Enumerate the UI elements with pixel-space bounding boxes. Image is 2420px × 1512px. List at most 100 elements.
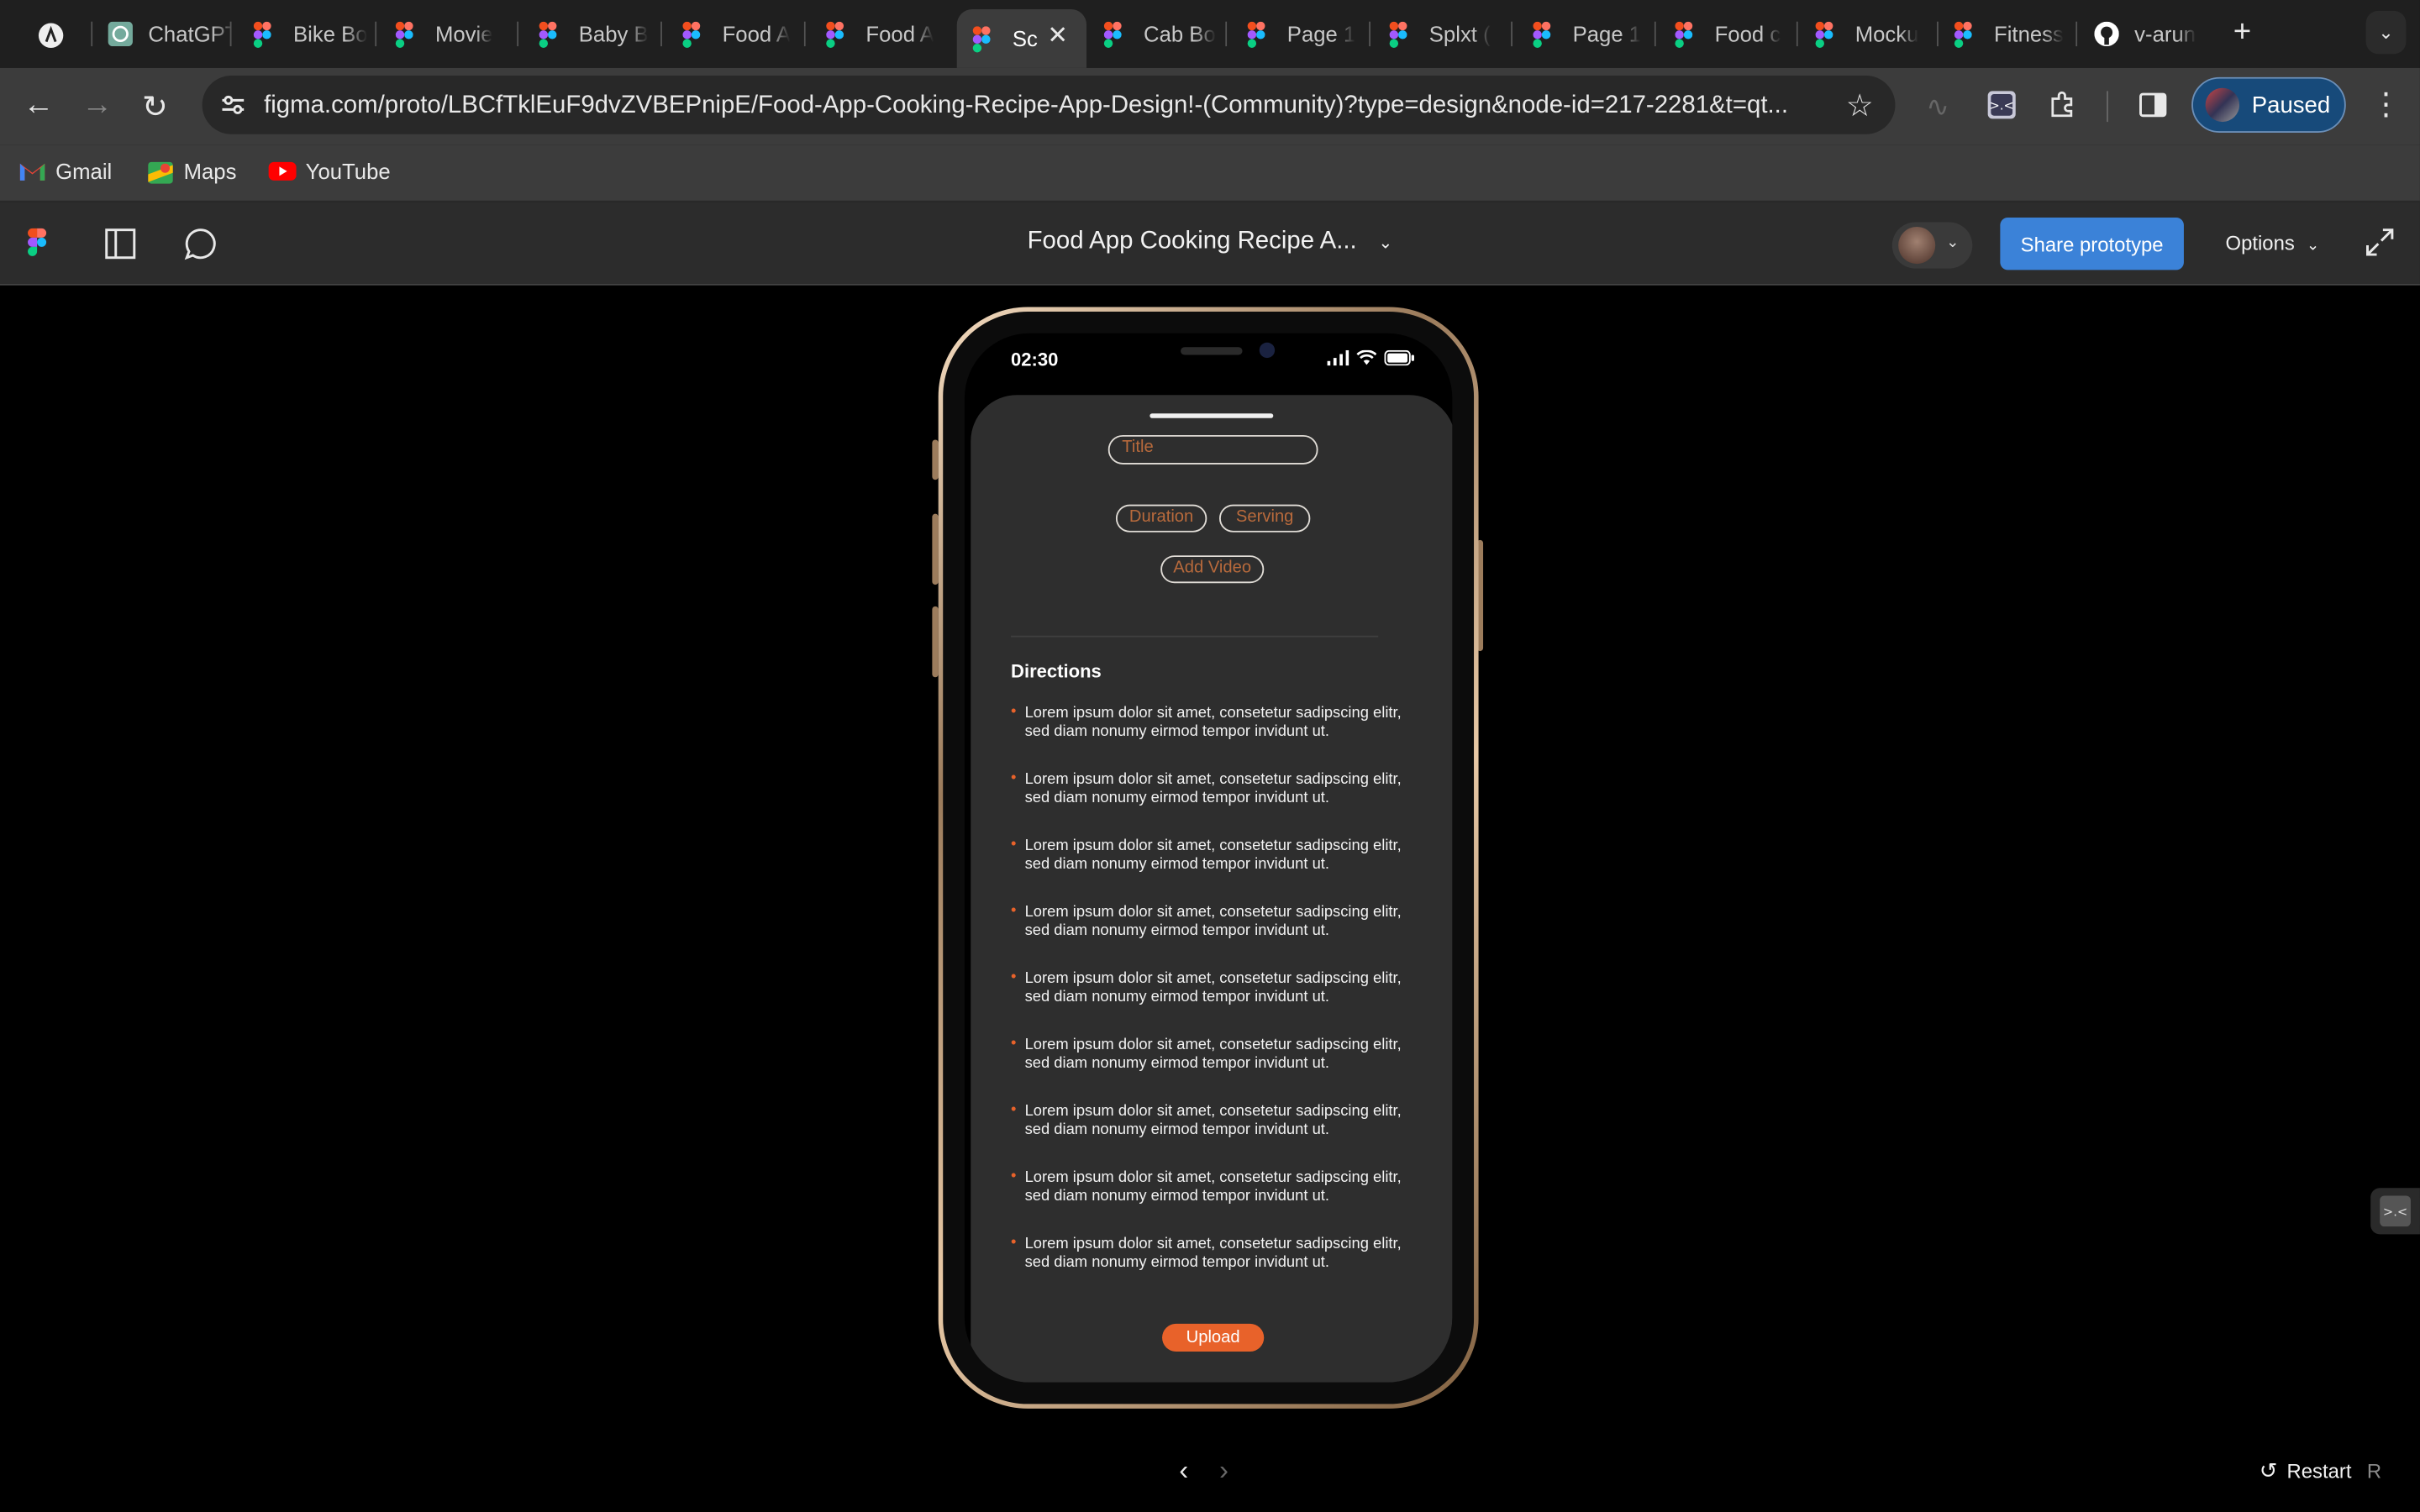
- upload-button[interactable]: Upload: [1162, 1323, 1265, 1352]
- chevron-down-icon: ⌄: [1378, 234, 1393, 254]
- browser-tab[interactable]: Splxt (: [1389, 9, 1512, 59]
- phone-bezel: 02:30 Title Duration Serving Add Video D…: [943, 312, 1475, 1404]
- bullet-dot-icon: •: [1011, 703, 1017, 721]
- options-dropdown[interactable]: Options ⌄: [2226, 232, 2320, 255]
- tab-title: Fitness: [1994, 21, 2064, 47]
- browser-tab[interactable]: Cab Bo: [1103, 9, 1228, 59]
- upload-recipe-sheet: Title Duration Serving Add Video Directi…: [971, 395, 1453, 1383]
- browser-tab[interactable]: Fitness: [1954, 9, 2078, 59]
- side-panel-icon[interactable]: [2138, 90, 2169, 129]
- tab-title: v-arun: [2134, 21, 2196, 47]
- restart-shortcut: R: [2366, 1459, 2382, 1483]
- bookmark-maps[interactable]: Maps: [146, 159, 236, 184]
- direction-text: Lorem ipsum dolor sit amet, consetetur s…: [1024, 1236, 1402, 1272]
- bookmark-youtube[interactable]: YouTube: [268, 159, 391, 184]
- figma-icon: [1954, 21, 1978, 48]
- browser-tab[interactable]: Movie: [395, 9, 519, 59]
- tab-title: Page 1: [1572, 21, 1642, 47]
- title-input[interactable]: Title: [1107, 434, 1318, 465]
- user-avatar-menu[interactable]: ⌄: [1891, 222, 1973, 269]
- forward-arrow-icon[interactable]: →: [82, 88, 113, 123]
- close-tab-icon[interactable]: ✕: [1047, 20, 1068, 51]
- cellular-signal-icon: [1327, 349, 1349, 366]
- bullet-dot-icon: •: [1011, 836, 1017, 853]
- direction-text: Lorem ipsum dolor sit amet, consetetur s…: [1024, 771, 1402, 807]
- chatgpt-icon: [108, 21, 133, 47]
- perplexity-icon: [37, 22, 64, 48]
- browser-tab[interactable]: Food A: [826, 9, 950, 59]
- bookmark-star-icon[interactable]: ☆: [1846, 87, 1874, 125]
- tab-title: Page 1: [1286, 21, 1356, 47]
- bullet-dot-icon: •: [1011, 769, 1017, 787]
- next-frame-chevron-icon[interactable]: ›: [1219, 1455, 1228, 1488]
- direction-step: • Lorem ipsum dolor sit amet, consetetur …: [1011, 837, 1413, 904]
- restart-label: Restart: [2286, 1459, 2352, 1483]
- figma-icon: [972, 26, 997, 53]
- new-tab-button[interactable]: +: [2233, 15, 2251, 50]
- browser-tab[interactable]: Page 1: [1533, 9, 1656, 59]
- bookmark-label: Gmail: [55, 159, 113, 184]
- address-bar[interactable]: figma.com/proto/LBCfTklEuF9dvZVBEPnipE/F…: [202, 75, 1896, 134]
- file-title: Food App Cooking Recipe A...: [1027, 228, 1357, 255]
- tab-title: ChatGPT: [148, 21, 232, 47]
- figma-icon: [1389, 21, 1413, 48]
- extension-pulse-icon[interactable]: ∿: [1926, 91, 1949, 123]
- reload-icon[interactable]: ↻: [142, 88, 168, 127]
- previous-frame-chevron-icon[interactable]: ‹: [1179, 1455, 1188, 1488]
- fullscreen-icon[interactable]: [2365, 227, 2396, 258]
- phone-camera: [1259, 342, 1276, 359]
- browser-menu-icon[interactable]: ⋮: [2370, 85, 2402, 123]
- duration-field[interactable]: Duration: [1115, 504, 1207, 533]
- sheet-grabber[interactable]: [1150, 413, 1274, 418]
- tab-title: Sc: [1012, 26, 1038, 51]
- site-settings-icon[interactable]: [218, 90, 249, 121]
- extension-face-icon: >.<: [2380, 1195, 2411, 1227]
- bookmarks-bar: Gmail Maps YouTube: [0, 144, 2420, 202]
- direction-step: • Lorem ipsum dolor sit amet, consetetur …: [1011, 1235, 1413, 1302]
- direction-step: • Lorem ipsum dolor sit amet, consetetur …: [1011, 1036, 1413, 1103]
- browser-tab[interactable]: Sc ✕: [956, 9, 1087, 68]
- browser-tab[interactable]: Baby B: [539, 9, 662, 59]
- extension-face-icon[interactable]: >.<: [1986, 90, 2018, 129]
- bookmark-gmail[interactable]: Gmail: [18, 159, 113, 184]
- browser-tab[interactable]: Page 1: [1247, 9, 1370, 59]
- profile-paused-button[interactable]: Paused: [2191, 76, 2346, 133]
- direction-text: Lorem ipsum dolor sit amet, consetetur s…: [1024, 970, 1402, 1006]
- serving-field[interactable]: Serving: [1218, 504, 1311, 533]
- tab-title: Movie: [434, 21, 493, 47]
- browser-toolbar: ← → ↻ figma.com/proto/LBCfTklEuF9dvZVBEP…: [0, 67, 2420, 145]
- direction-text: Lorem ipsum dolor sit amet, consetetur s…: [1024, 904, 1402, 940]
- tab-title: Food A: [865, 21, 934, 47]
- browser-tab[interactable]: Food A: [682, 9, 806, 59]
- figma-icon: [539, 21, 563, 48]
- restart-button[interactable]: ↺ Restart R: [2260, 1458, 2381, 1484]
- tab-title: Baby B: [578, 21, 649, 47]
- add-video-button[interactable]: Add Video: [1160, 555, 1265, 584]
- bullet-dot-icon: •: [1011, 902, 1017, 920]
- browser-tab[interactable]: v-arun: [2094, 9, 2217, 59]
- browser-tab[interactable]: Food c: [1675, 9, 1798, 59]
- figma-icon: [682, 21, 707, 48]
- direction-step: • Lorem ipsum dolor sit amet, consetetur …: [1011, 769, 1413, 837]
- share-prototype-button[interactable]: Share prototype: [2000, 217, 2184, 270]
- url-text[interactable]: figma.com/proto/LBCfTklEuF9dvZVBEPnipE/F…: [264, 92, 1823, 120]
- section-divider: [1011, 635, 1379, 638]
- extensions-puzzle-icon[interactable]: [2046, 90, 2077, 129]
- tab-search-chevron-icon[interactable]: ⌄: [2365, 10, 2407, 55]
- tab-title: Cab Bo: [1143, 21, 1216, 47]
- figma-prototype-header: Food App Cooking Recipe A... ⌄ ⌄ Share pr…: [0, 202, 2420, 286]
- tab-perplexity[interactable]: [37, 9, 93, 59]
- options-label: Options: [2225, 231, 2295, 255]
- browser-tab[interactable]: Bike Bo: [253, 9, 377, 59]
- direction-text: Lorem ipsum dolor sit amet, consetetur s…: [1024, 1103, 1402, 1139]
- tab-title: Splxt (: [1428, 21, 1491, 47]
- figma-icon: [1815, 21, 1839, 48]
- direction-step: • Lorem ipsum dolor sit amet, consetetur …: [1011, 1102, 1413, 1169]
- direction-text: Lorem ipsum dolor sit amet, consetetur s…: [1024, 1037, 1402, 1073]
- browser-tab-strip: ChatGPT Bike Bo Movie Baby B Food A Food A Sc ✕…: [0, 0, 2420, 68]
- back-arrow-icon[interactable]: ←: [24, 88, 55, 123]
- gmail-icon: [18, 160, 46, 182]
- extension-floating-button[interactable]: >.<: [2370, 1188, 2420, 1235]
- browser-tab[interactable]: ChatGPT: [108, 9, 232, 59]
- browser-tab[interactable]: Mocku: [1815, 9, 1939, 59]
